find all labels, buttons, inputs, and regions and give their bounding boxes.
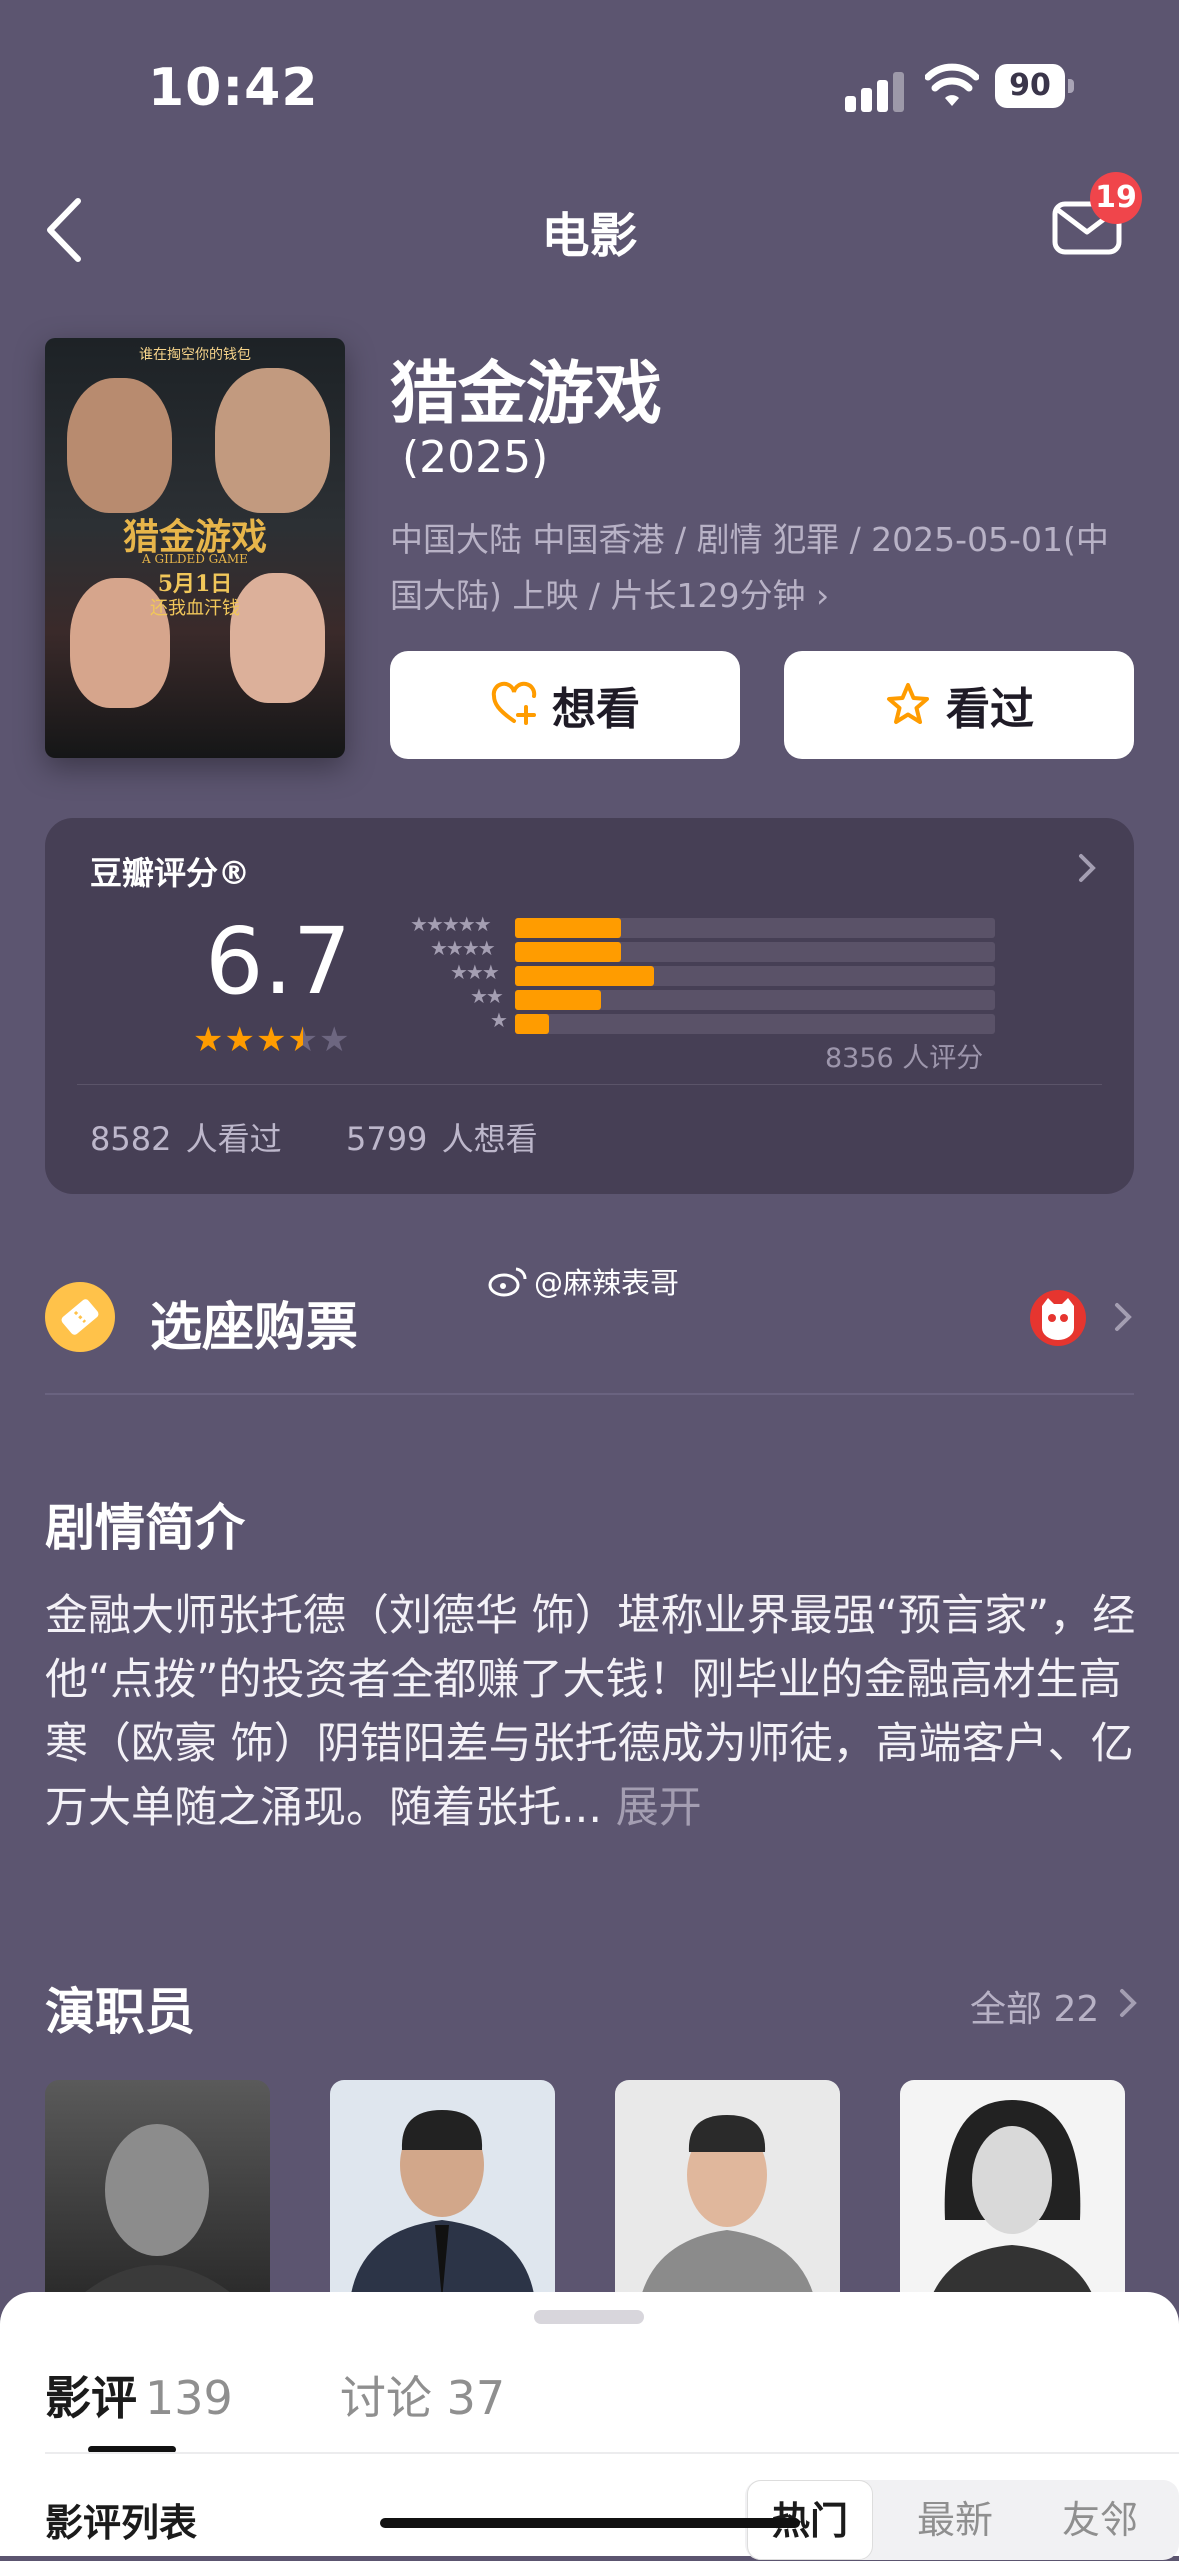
rating-star-icon: ★ <box>224 1020 256 1060</box>
divider <box>45 1393 1134 1395</box>
watched-count: 8582 人看过 <box>90 1120 282 1158</box>
movie-year: (2025) <box>402 432 549 483</box>
notification-badge: 19 <box>1090 172 1142 224</box>
cellular-signal-icon <box>845 68 907 112</box>
want-to-see-button[interactable]: 想看 <box>390 651 740 759</box>
distribution-stars-icon: ★ <box>490 1008 508 1032</box>
cast-all-link[interactable]: 全部 22 <box>970 1980 1099 2032</box>
seen-button[interactable]: 看过 <box>784 651 1134 759</box>
status-time: 10:42 <box>148 58 319 118</box>
tab-reviews-label: 影评 <box>45 2371 137 2425</box>
poster-title-en: A GILDED GAME <box>142 552 248 566</box>
watch-stats: 8582 人看过 5799 人想看 <box>90 1114 538 1160</box>
movie-meta[interactable]: 中国大陆 中国香港 / 剧情 犯罪 / 2025-05-01(中国大陆) 上映 … <box>390 512 1135 624</box>
distribution-track <box>515 990 995 1010</box>
rating-distribution-row: ★★★ <box>385 960 1005 986</box>
chevron-right-icon[interactable] <box>1118 1986 1138 2020</box>
review-count: 139 <box>145 2371 233 2425</box>
distribution-bar <box>515 942 621 962</box>
weibo-watermark: @麻辣表哥 <box>488 1260 679 1302</box>
distribution-bar <box>515 918 621 938</box>
review-list-label: 影评列表 <box>45 2501 198 2545</box>
poster-slogan: 还我血汗钱 <box>150 598 240 619</box>
distribution-track <box>515 918 995 938</box>
distribution-bar <box>515 990 602 1010</box>
movie-title: 猎金游戏 <box>390 355 663 434</box>
tab-reviews[interactable]: 影评 139 <box>45 2362 233 2428</box>
battery-icon: 90 <box>995 64 1075 108</box>
rating-distribution-row: ★ <box>385 1008 1005 1034</box>
buy-ticket-label[interactable]: 选座购票 <box>150 1285 358 1360</box>
tab-discussion[interactable]: 讨论 37 <box>340 2362 505 2428</box>
page-title: 电影 <box>541 208 638 264</box>
movie-poster[interactable]: 谁在掏空你的钱包 猎金游戏 A GILDED GAME 5月1日 还我血汗钱 <box>45 338 345 758</box>
distribution-stars-icon: ★★★ <box>450 960 500 984</box>
maoyan-cat-icon <box>1030 1290 1086 1346</box>
rating-star-icon: ★ <box>318 1020 351 1060</box>
ticket-icon[interactable] <box>45 1282 115 1352</box>
chevron-right-icon <box>1079 854 1096 882</box>
distribution-stars-icon: ★★★★ <box>430 936 496 960</box>
distribution-track <box>515 942 995 962</box>
expand-link[interactable]: 展开 <box>616 1783 702 1833</box>
distribution-track <box>515 1014 995 1034</box>
distribution-track <box>515 966 995 986</box>
want-to-see-label: 想看 <box>552 684 640 735</box>
reviews-sheet[interactable]: 影评 139 讨论 37 影评列表 热门 最新 友邻 <box>0 2292 1179 2560</box>
synopsis-text: 金融大师张托德（刘德华 饰）堪称业界最强“预言家”，经他“点拨”的投资者全都赚了… <box>45 1584 1145 1840</box>
rating-label: 豆瓣评分® <box>90 854 251 892</box>
battery-level: 90 <box>995 64 1065 108</box>
synopsis-body: 金融大师张托德（刘德华 饰）堪称业界最强“预言家”，经他“点拨”的投资者全都赚了… <box>45 1591 1136 1833</box>
wifi-icon <box>925 63 979 106</box>
sort-friends[interactable]: 友邻 <box>1030 2480 1170 2560</box>
star-outline-icon <box>887 683 929 724</box>
synopsis-title: 剧情简介 <box>45 1499 245 1557</box>
rating-star-icon: ★ <box>287 1020 319 1060</box>
rating-distribution-row: ★★ <box>385 984 1005 1010</box>
sort-segmented-control[interactable]: 热门 最新 友邻 <box>745 2480 1179 2560</box>
seen-label: 看过 <box>946 684 1034 735</box>
chevron-right-icon[interactable] <box>1112 1300 1134 1334</box>
rating-distribution-row: ★★★★★ <box>385 912 1005 938</box>
rating-count: 8356 人评分 <box>825 1043 984 1074</box>
weibo-icon <box>488 1267 527 1297</box>
cast-photo[interactable] <box>900 2080 1125 2300</box>
rating-distribution-row: ★★★★ <box>385 936 1005 962</box>
cast-photo[interactable] <box>45 2080 270 2300</box>
rating-star-icon: ★ <box>193 1020 225 1060</box>
distribution-stars-icon: ★★ <box>470 984 504 1008</box>
cast-photo[interactable] <box>330 2080 555 2300</box>
rating-card[interactable]: 豆瓣评分® 6.7 ★★★★★ ★★★★★ ★★★★ ★★★ ★★ ★ 8356 人评分… <box>45 818 1134 1194</box>
rating-score: 6.7 <box>205 908 352 1015</box>
divider <box>77 1084 1102 1085</box>
wish-count: 5799 人想看 <box>345 1120 538 1158</box>
divider <box>45 2452 1179 2454</box>
distribution-bar <box>515 1014 549 1034</box>
distribution-stars-icon: ★★★★★ <box>410 912 492 936</box>
distribution-bar <box>515 966 655 986</box>
cast-photo[interactable] <box>615 2080 840 2300</box>
cast-title: 演职员 <box>45 1983 195 2041</box>
weibo-handle: @麻辣表哥 <box>534 1266 680 1300</box>
home-indicator[interactable] <box>380 2518 800 2528</box>
heart-plus-icon <box>491 681 537 725</box>
rating-star-icon: ★ <box>255 1020 288 1060</box>
poster-tagline: 谁在掏空你的钱包 <box>139 347 251 363</box>
rating-stars: ★★★★★ <box>193 1020 350 1060</box>
sort-newest[interactable]: 最新 <box>885 2480 1025 2560</box>
sheet-handle[interactable] <box>534 2310 644 2324</box>
